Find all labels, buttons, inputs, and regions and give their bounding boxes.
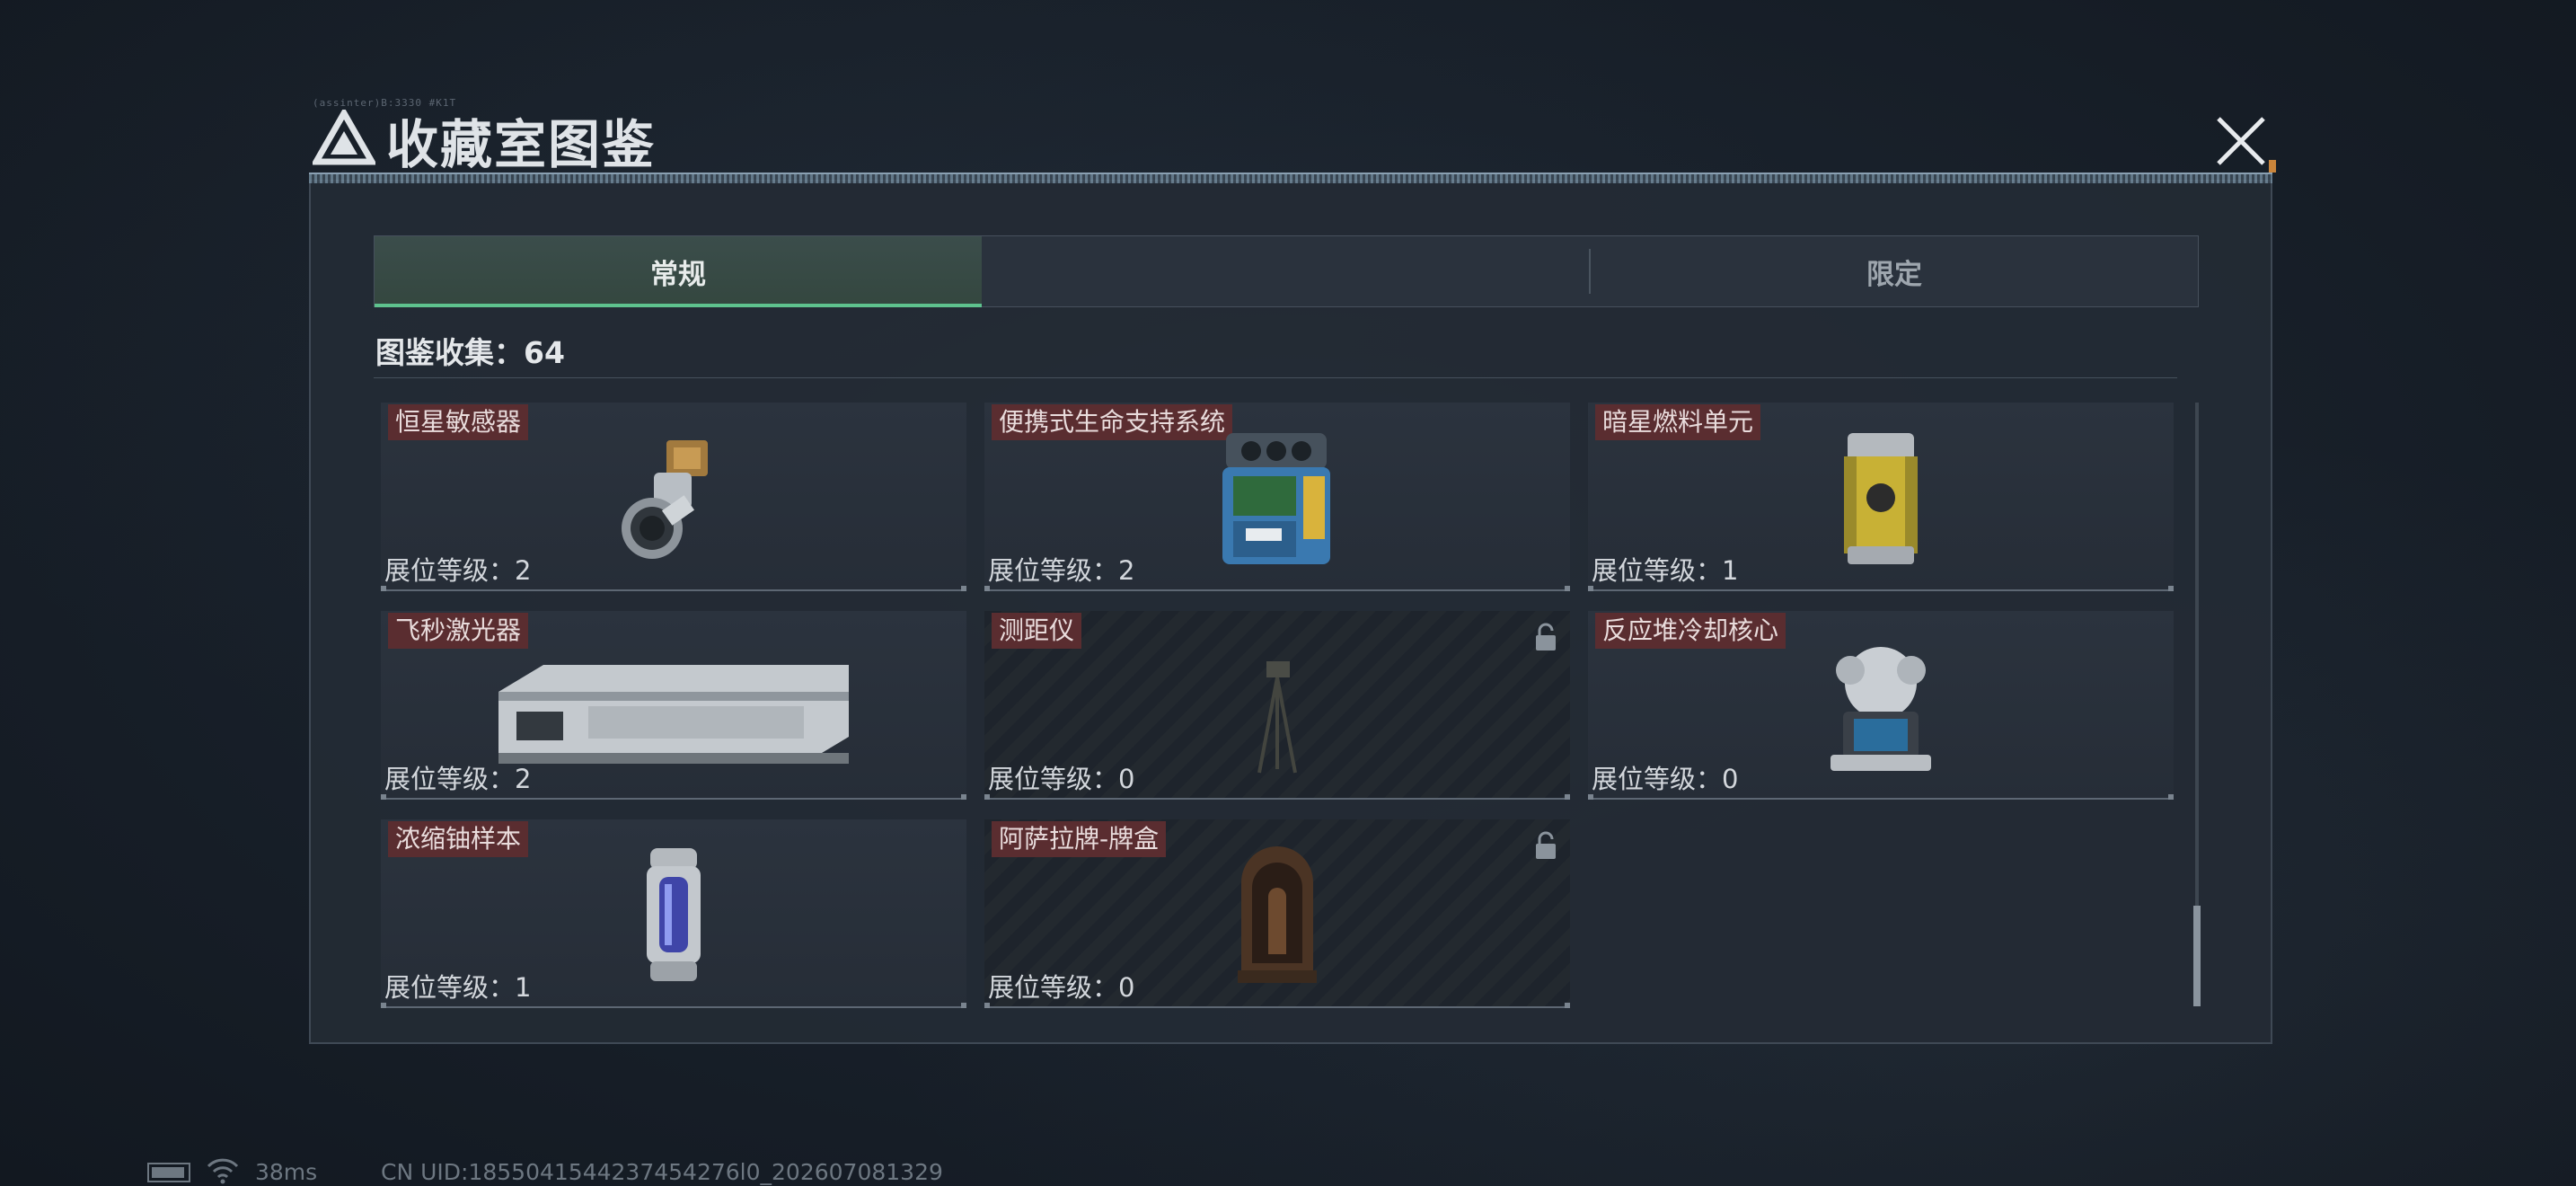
card-underline	[984, 794, 1570, 800]
tab-middle[interactable]	[982, 236, 1589, 306]
ping-text: 38ms	[255, 1159, 318, 1185]
card-underline	[1588, 586, 2174, 591]
wifi-icon	[207, 1158, 239, 1184]
fuel-canister-icon	[1844, 433, 1918, 564]
item-card[interactable]: 飞秒激光器 展位等级：2	[381, 611, 966, 800]
item-name: 反应堆冷却核心	[1595, 613, 1786, 649]
item-name: 浓缩铀样本	[388, 821, 529, 857]
lock-icon	[1536, 831, 1556, 859]
item-name: 测距仪	[992, 613, 1082, 649]
item-card[interactable]: 暗星燃料单元 展位等级：1	[1588, 403, 2174, 591]
item-card[interactable]: 反应堆冷却核心 展位等级：0	[1588, 611, 2174, 800]
uid-text: CN UID:1855041544237454276l0_20260708132…	[381, 1159, 943, 1185]
category-tabs: 常规 限定	[374, 235, 2199, 307]
item-level: 展位等级：0	[988, 764, 1135, 794]
item-card[interactable]: 恒星敏感器 展位等级：2	[381, 403, 966, 591]
page-title: 收藏室图鉴	[386, 114, 657, 175]
item-level: 展位等级：1	[1592, 555, 1739, 586]
header-stripe	[309, 174, 2272, 183]
item-name: 便携式生命支持系统	[992, 404, 1233, 440]
close-button[interactable]	[2210, 110, 2272, 173]
item-card[interactable]: 便携式生命支持系统 展位等级：2	[984, 403, 1570, 591]
life-support-pack-icon	[1222, 433, 1330, 564]
card-underline	[984, 1003, 1570, 1008]
card-box-icon	[1238, 846, 1317, 983]
cooling-core-icon	[1831, 647, 1931, 771]
triangle-logo-icon	[313, 110, 375, 165]
scrollbar-thumb[interactable]	[2193, 906, 2201, 1006]
tripod-icon	[1257, 661, 1297, 774]
laser-device-icon	[498, 665, 849, 764]
uranium-capsule-icon	[647, 848, 701, 981]
card-underline	[984, 586, 1570, 591]
item-level: 展位等级：1	[384, 972, 532, 1003]
card-underline	[1588, 794, 2174, 800]
item-level: 展位等级：2	[384, 555, 532, 586]
item-level: 展位等级：0	[1592, 764, 1739, 794]
item-level: 展位等级：2	[988, 555, 1135, 586]
item-name: 阿萨拉牌-牌盒	[992, 821, 1167, 857]
close-icon	[2217, 117, 2265, 165]
item-card[interactable]: 浓缩铀样本 展位等级：1	[381, 819, 966, 1008]
star-sensor-icon	[622, 440, 708, 559]
panel-header: (assinter)B:3330 #K1T 收藏室图鉴	[305, 97, 2276, 183]
item-card-locked[interactable]: 测距仪 展位等级：0	[984, 611, 1570, 800]
card-underline	[381, 794, 966, 800]
item-card-locked[interactable]: 阿萨拉牌-牌盒 展位等级：0	[984, 819, 1570, 1008]
item-name: 暗星燃料单元	[1595, 404, 1761, 440]
collection-divider	[374, 377, 2177, 378]
tab-limited[interactable]: 限定	[1591, 236, 2198, 306]
lock-icon	[1536, 623, 1556, 651]
item-level: 展位等级：2	[384, 764, 532, 794]
item-name: 恒星敏感器	[388, 404, 529, 440]
collection-count: 图鉴收集：64	[375, 335, 565, 370]
item-level: 展位等级：0	[988, 972, 1135, 1003]
card-underline	[381, 1003, 966, 1008]
battery-icon	[147, 1163, 190, 1182]
tab-regular[interactable]: 常规	[375, 236, 982, 307]
card-underline	[381, 586, 966, 591]
